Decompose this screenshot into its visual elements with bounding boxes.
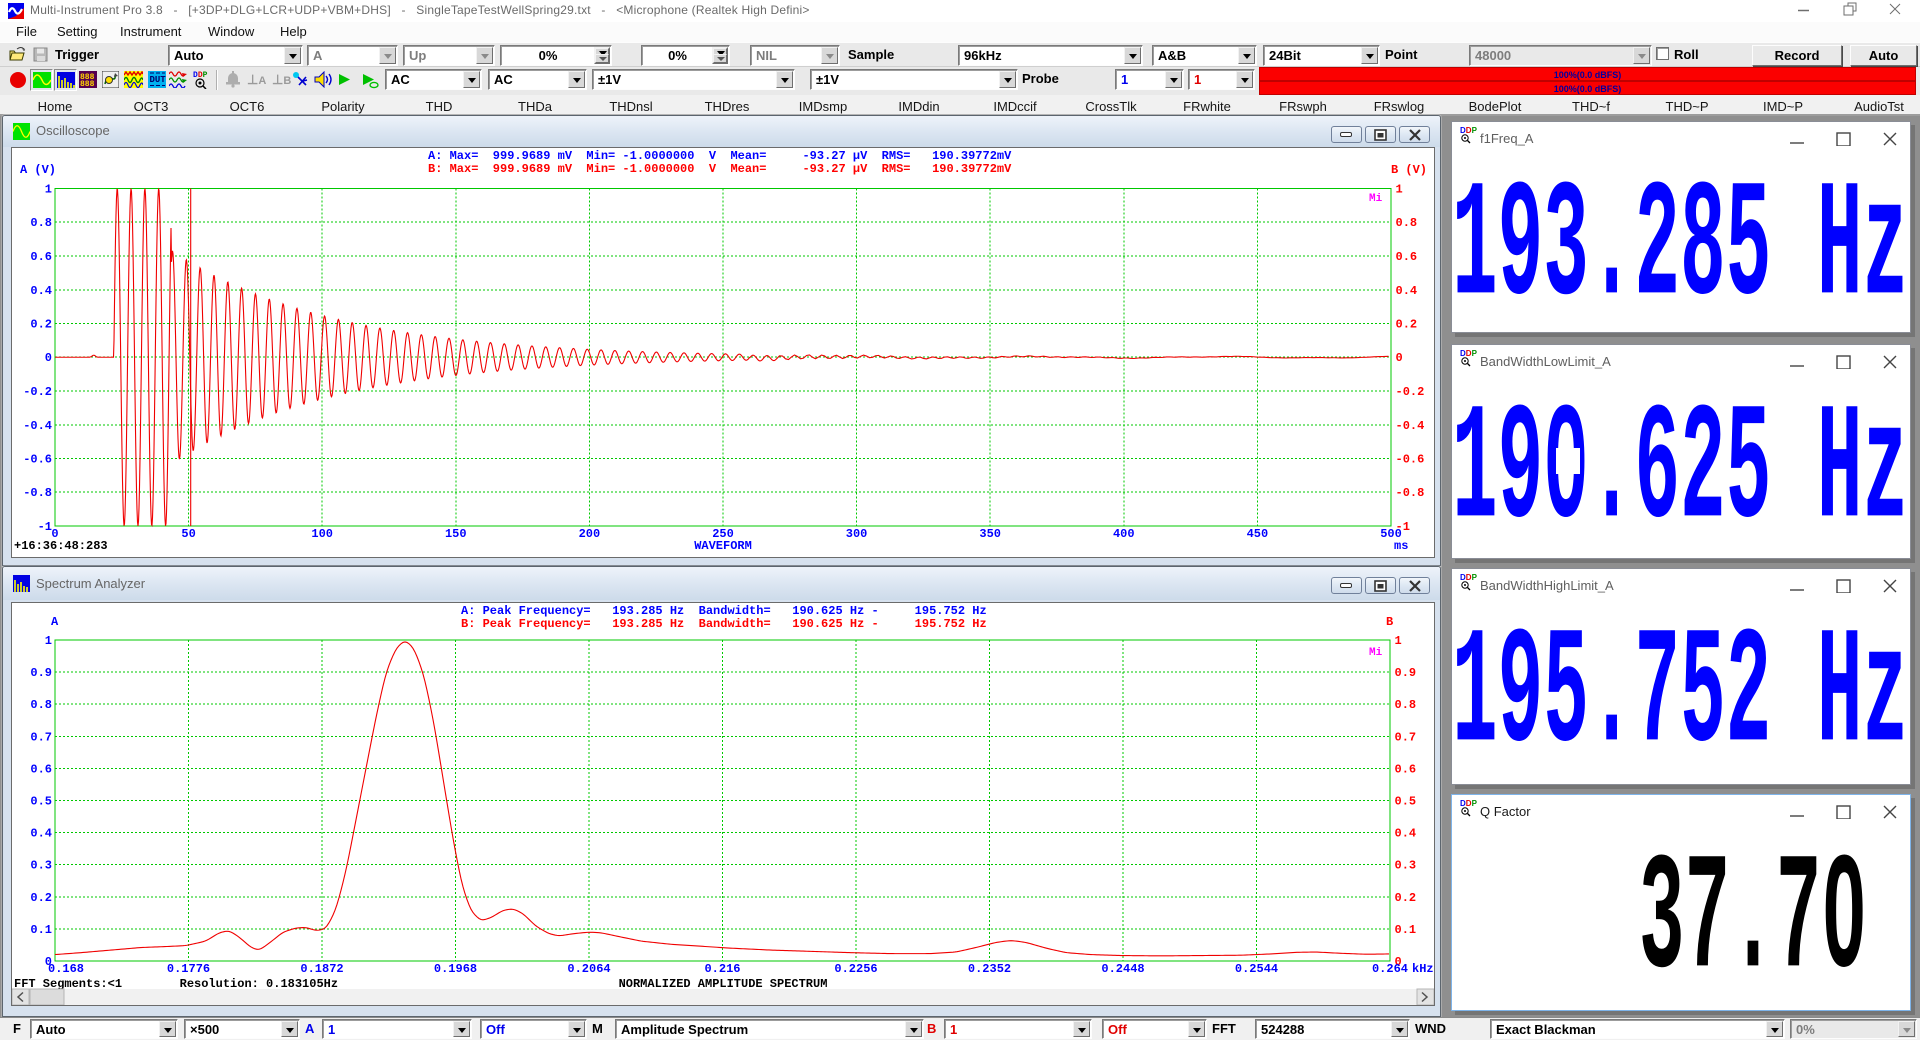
svg-text:1: 1 [1395, 634, 1402, 648]
svg-text:0.2256: 0.2256 [834, 962, 877, 976]
svg-text:NORMALIZED AMPLITUDE SPECTRUM: NORMALIZED AMPLITUDE SPECTRUM [619, 977, 828, 991]
svg-text:450: 450 [1247, 527, 1269, 541]
svg-text:1: 1 [45, 183, 52, 197]
svg-text:0.1: 0.1 [30, 923, 52, 937]
svg-text:888: 888 [80, 80, 95, 88]
svg-text:0.264: 0.264 [1372, 962, 1408, 976]
svg-text:0.3: 0.3 [30, 859, 52, 873]
svg-text:A: Max= 999.9689 mV Min= -1.: A: Max= 999.9689 mV Min= -1.0000000 V Me… [428, 149, 1012, 163]
svg-text:150: 150 [445, 527, 467, 541]
svg-text:0.8: 0.8 [30, 698, 52, 712]
svg-text:0.4: 0.4 [30, 284, 52, 298]
svg-text:0.2: 0.2 [30, 891, 52, 905]
svg-text:0.1968: 0.1968 [434, 962, 477, 976]
svg-text:Mi: Mi [1369, 647, 1383, 659]
svg-text:50: 50 [181, 527, 195, 541]
svg-text:-0.8: -0.8 [23, 486, 52, 500]
svg-text:0.2: 0.2 [30, 318, 52, 332]
svg-text:-0.2: -0.2 [23, 385, 52, 399]
svg-text:0.2448: 0.2448 [1101, 962, 1144, 976]
svg-text:B: B [1386, 615, 1393, 629]
svg-text:200: 200 [579, 527, 601, 541]
svg-text:-0.6: -0.6 [23, 453, 52, 467]
svg-text:0.2: 0.2 [1395, 891, 1417, 905]
svg-text:0.6: 0.6 [30, 762, 52, 776]
svg-text:A: A [51, 615, 59, 629]
svg-text:DUT: DUT [150, 75, 167, 85]
svg-text:0.1776: 0.1776 [167, 962, 210, 976]
svg-text:0.8: 0.8 [1396, 216, 1418, 230]
svg-text:0.4: 0.4 [1395, 827, 1417, 841]
svg-text:B: Peak Frequency= 193.285 H: B: Peak Frequency= 193.285 Hz Bandwidth=… [461, 617, 987, 631]
svg-text:Mi: Mi [1369, 193, 1383, 205]
svg-text:ms: ms [1394, 539, 1408, 553]
svg-text:100: 100 [311, 527, 333, 541]
svg-text:0.216: 0.216 [704, 962, 740, 976]
svg-text:1: 1 [45, 634, 52, 648]
svg-text:0.9: 0.9 [30, 666, 52, 680]
svg-text:0.1: 0.1 [1395, 923, 1417, 937]
svg-text:WAVEFORM: WAVEFORM [694, 539, 752, 553]
svg-text:0.2352: 0.2352 [968, 962, 1011, 976]
svg-text:-0.2: -0.2 [1396, 385, 1425, 399]
svg-text:0.168: 0.168 [48, 962, 84, 976]
svg-text:350: 350 [979, 527, 1001, 541]
svg-text:1: 1 [1396, 183, 1403, 197]
svg-text:0.2544: 0.2544 [1235, 962, 1278, 976]
svg-text:0.9: 0.9 [1395, 666, 1417, 680]
svg-text:-0.8: -0.8 [1396, 486, 1425, 500]
svg-text:0.6: 0.6 [1395, 762, 1417, 776]
svg-text:0.5: 0.5 [30, 795, 52, 809]
svg-text:-0.4: -0.4 [1396, 419, 1425, 433]
svg-text:A: Peak Frequency= 193.285 H: A: Peak Frequency= 193.285 Hz Bandwidth=… [461, 604, 987, 618]
svg-text:-0.6: -0.6 [1396, 453, 1425, 467]
svg-text:0.8: 0.8 [1395, 698, 1417, 712]
svg-text:0.2: 0.2 [1396, 318, 1418, 332]
svg-text:0.3: 0.3 [1395, 859, 1417, 873]
svg-text:B: Max= 999.9689 mV Min= -1.: B: Max= 999.9689 mV Min= -1.0000000 V Me… [428, 162, 1012, 176]
svg-text:300: 300 [846, 527, 868, 541]
svg-text:0.4: 0.4 [30, 827, 52, 841]
svg-text:A (V): A (V) [20, 163, 56, 177]
svg-text:+16:36:48:283: +16:36:48:283 [14, 539, 108, 553]
svg-text:0.1872: 0.1872 [300, 962, 343, 976]
svg-text:-1: -1 [38, 520, 52, 534]
svg-text:-0.4: -0.4 [23, 419, 52, 433]
svg-text:0: 0 [1396, 351, 1403, 365]
svg-text:0.5: 0.5 [1395, 795, 1417, 809]
svg-text:0.8: 0.8 [30, 216, 52, 230]
svg-text:0.6: 0.6 [30, 250, 52, 264]
svg-text:0.6: 0.6 [1396, 250, 1418, 264]
svg-text:0: 0 [45, 351, 52, 365]
svg-text:kHz: kHz [1412, 962, 1434, 976]
svg-text:0.7: 0.7 [1395, 730, 1417, 744]
svg-text:400: 400 [1113, 527, 1135, 541]
svg-text:0.4: 0.4 [1396, 284, 1418, 298]
svg-text:0.7: 0.7 [30, 730, 52, 744]
svg-text:B (V): B (V) [1391, 163, 1427, 177]
svg-text:0.2064: 0.2064 [567, 962, 610, 976]
